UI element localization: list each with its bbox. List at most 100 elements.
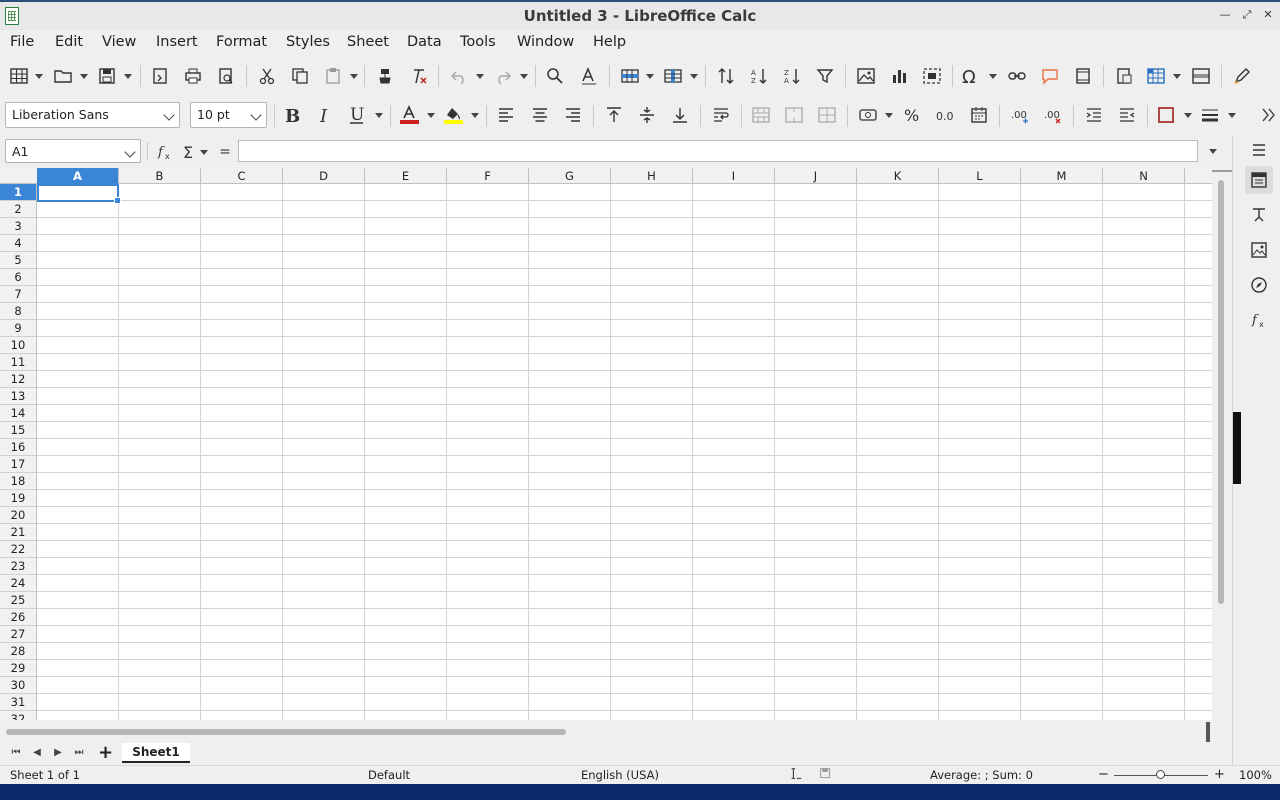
row-header[interactable]: 23 xyxy=(0,558,36,575)
previous-sheet-icon[interactable]: ◀ xyxy=(29,745,45,761)
document-modified-icon[interactable] xyxy=(819,767,832,783)
save-dropdown-arrow[interactable] xyxy=(123,63,133,89)
hyperlink-icon[interactable] xyxy=(1004,63,1030,89)
add-sheet-button[interactable]: + xyxy=(98,742,113,764)
row-header[interactable]: 13 xyxy=(0,388,36,405)
row-header[interactable]: 20 xyxy=(0,507,36,524)
headers-footers-icon[interactable] xyxy=(1070,63,1096,89)
column-header[interactable]: F xyxy=(447,168,529,184)
row-header[interactable]: 25 xyxy=(0,592,36,609)
redo-icon[interactable] xyxy=(490,63,516,89)
highlight-color-dropdown-arrow[interactable] xyxy=(470,102,480,128)
align-left-icon[interactable] xyxy=(493,102,519,128)
first-sheet-icon[interactable]: ⏮ xyxy=(8,745,24,761)
align-bottom-icon[interactable] xyxy=(667,102,693,128)
last-sheet-icon[interactable]: ⏭ xyxy=(71,745,87,761)
border-style-dropdown-arrow[interactable] xyxy=(1227,102,1237,128)
column-header[interactable]: N xyxy=(1103,168,1185,184)
open-folder-icon[interactable] xyxy=(50,63,76,89)
border-style-icon[interactable] xyxy=(1197,102,1223,128)
column-header[interactable]: K xyxy=(857,168,939,184)
column-header[interactable]: D xyxy=(283,168,365,184)
print-icon[interactable] xyxy=(180,63,206,89)
sum-dropdown-arrow[interactable] xyxy=(199,139,209,165)
minimize-button[interactable]: — xyxy=(1218,8,1232,22)
menu-window[interactable]: Window xyxy=(517,34,574,50)
row-header[interactable]: 6 xyxy=(0,269,36,286)
column-dropdown-arrow[interactable] xyxy=(689,63,699,89)
column-header[interactable]: M xyxy=(1021,168,1103,184)
menu-help[interactable]: Help xyxy=(593,34,626,50)
column-header[interactable]: H xyxy=(611,168,693,184)
align-center-icon[interactable] xyxy=(527,102,553,128)
column-header[interactable]: B xyxy=(119,168,201,184)
wrap-text-icon[interactable] xyxy=(708,102,734,128)
row-header[interactable]: 26 xyxy=(0,609,36,626)
menu-sheet[interactable]: Sheet xyxy=(347,34,389,50)
row-header[interactable]: 8 xyxy=(0,303,36,320)
row-header[interactable]: 15 xyxy=(0,422,36,439)
sort-icon[interactable] xyxy=(713,63,739,89)
row-dropdown-arrow[interactable] xyxy=(645,63,655,89)
redo-dropdown-arrow[interactable] xyxy=(519,63,529,89)
toolbar-overflow-icon[interactable] xyxy=(1258,102,1278,128)
menu-insert[interactable]: Insert xyxy=(156,34,198,50)
gallery-icon[interactable] xyxy=(1245,236,1273,264)
row-header[interactable]: 3 xyxy=(0,218,36,235)
horizontal-split-handle[interactable] xyxy=(1206,722,1210,742)
row-header[interactable]: 18 xyxy=(0,473,36,490)
number-format-icon[interactable]: 0.0 xyxy=(932,102,958,128)
row-header[interactable]: 30 xyxy=(0,677,36,694)
sort-ascending-icon[interactable]: AZ xyxy=(746,63,772,89)
find-replace-icon[interactable] xyxy=(542,63,568,89)
row-header[interactable]: 27 xyxy=(0,626,36,643)
show-draw-functions-icon[interactable] xyxy=(1229,63,1255,89)
merge-cells-icon[interactable] xyxy=(781,102,807,128)
column-header[interactable]: L xyxy=(939,168,1021,184)
row-header[interactable]: 32 xyxy=(0,711,36,720)
formula-input[interactable] xyxy=(238,140,1198,162)
name-box[interactable]: A1 xyxy=(5,139,141,163)
column-header[interactable]: I xyxy=(693,168,775,184)
zoom-slider-knob[interactable] xyxy=(1156,770,1165,779)
column-header[interactable]: J xyxy=(775,168,857,184)
open-dropdown-arrow[interactable] xyxy=(79,63,89,89)
row-header[interactable]: 14 xyxy=(0,405,36,422)
font-color-icon[interactable] xyxy=(396,102,422,128)
row-header[interactable]: 7 xyxy=(0,286,36,303)
bold-icon[interactable]: B xyxy=(279,102,305,128)
menu-format[interactable]: Format xyxy=(216,34,267,50)
row-header[interactable]: 16 xyxy=(0,439,36,456)
row-header[interactable]: 5 xyxy=(0,252,36,269)
properties-icon[interactable] xyxy=(1245,166,1273,194)
align-top-icon[interactable] xyxy=(601,102,627,128)
insert-chart-icon[interactable] xyxy=(886,63,912,89)
undo-dropdown-arrow[interactable] xyxy=(475,63,485,89)
delete-decimal-place-icon[interactable]: .00 xyxy=(1040,102,1066,128)
close-button[interactable]: ✕ xyxy=(1261,8,1275,22)
menu-styles[interactable]: Styles xyxy=(286,34,330,50)
row-header[interactable]: 24 xyxy=(0,575,36,592)
save-icon[interactable] xyxy=(94,63,120,89)
horizontal-scroll-thumb[interactable] xyxy=(6,729,566,735)
pivot-table-icon[interactable] xyxy=(919,63,945,89)
merge-center-icon[interactable] xyxy=(748,102,774,128)
zoom-level[interactable]: 100% xyxy=(1239,768,1272,782)
center-vertically-icon[interactable] xyxy=(634,102,660,128)
column-header[interactable]: C xyxy=(201,168,283,184)
clear-formatting-icon[interactable] xyxy=(406,63,432,89)
align-right-icon[interactable] xyxy=(560,102,586,128)
vertical-split-handle[interactable] xyxy=(1212,170,1232,174)
row-header[interactable]: 4 xyxy=(0,235,36,252)
insert-image-icon[interactable] xyxy=(853,63,879,89)
vertical-scrollbar[interactable] xyxy=(1212,168,1232,720)
sort-descending-icon[interactable]: ZA xyxy=(779,63,805,89)
cell-area[interactable] xyxy=(37,184,1212,720)
formula-equals-icon[interactable]: = xyxy=(212,139,238,165)
horizontal-scrollbar[interactable] xyxy=(0,722,1212,742)
sheet-info[interactable]: Sheet 1 of 1 xyxy=(10,768,80,782)
row-header[interactable]: 31 xyxy=(0,694,36,711)
active-cell-cursor[interactable] xyxy=(37,184,121,204)
font-color-dropdown-arrow[interactable] xyxy=(426,102,436,128)
split-window-icon[interactable] xyxy=(1188,63,1214,89)
